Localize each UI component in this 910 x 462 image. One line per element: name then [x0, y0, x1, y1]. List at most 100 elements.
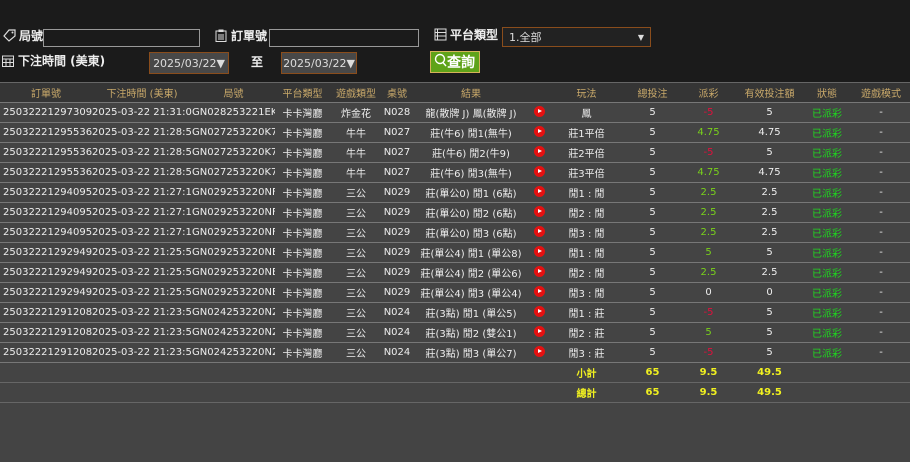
to-label: 至 — [251, 55, 264, 69]
column-header: 平台類型 — [275, 83, 330, 103]
search-label: 查詢 — [447, 55, 475, 71]
table-row: 250322212940953 2025-03-22 21:27:12 GN0292… — [0, 222, 910, 243]
round-id: GN024253220N2 — [192, 302, 275, 323]
status: 已派彩 — [802, 242, 852, 263]
play-video-icon[interactable] — [533, 146, 545, 158]
game-type: 三公 — [330, 242, 382, 263]
table-no: N027 — [382, 142, 412, 163]
search-button[interactable]: 查詢 — [430, 51, 480, 73]
game-mode: - — [852, 342, 910, 363]
play-video-icon[interactable] — [533, 326, 545, 338]
valid-bet: 5 — [737, 102, 802, 123]
game-mode: - — [852, 222, 910, 243]
play-video-icon[interactable] — [533, 186, 545, 198]
valid-bet: 5 — [737, 322, 802, 343]
game-mode: - — [852, 202, 910, 223]
result: 莊(單公4) 閒1 (單公8) — [412, 242, 530, 263]
platform: 卡卡灣廳 — [275, 102, 330, 123]
table-row: 250322212912088 2025-03-22 21:23:56 GN0242… — [0, 302, 910, 323]
total-label: 總計 — [548, 382, 625, 403]
order-label: 訂單號 — [231, 29, 268, 43]
replay-cell — [530, 182, 548, 203]
table-no: N027 — [382, 122, 412, 143]
replay-cell — [530, 322, 548, 343]
game-mode: - — [852, 322, 910, 343]
column-header: 遊戲類型 — [330, 83, 382, 103]
total-bet: 65 — [625, 382, 680, 403]
total-bet: 5 — [625, 202, 680, 223]
date-to-picker[interactable]: 2025/03/22▼ — [281, 52, 357, 74]
play-type: 閒2 : 閒 — [548, 262, 625, 283]
table-no: N029 — [382, 262, 412, 283]
play-video-icon[interactable] — [533, 126, 545, 138]
play-video-icon[interactable] — [533, 246, 545, 258]
result: 莊(牛6) 閒1(無牛) — [412, 122, 530, 143]
valid-bet: 4.75 — [737, 122, 802, 143]
play-type: 鳳 — [548, 102, 625, 123]
subtotal-bet: 65 — [625, 362, 680, 383]
game-type: 三公 — [330, 322, 382, 343]
total-bet: 5 — [625, 242, 680, 263]
bet-time: 2025-03-22 21:28:55 — [92, 162, 192, 183]
valid-bet: 2.5 — [737, 222, 802, 243]
play-video-icon[interactable] — [533, 346, 545, 358]
game-type: 三公 — [330, 202, 382, 223]
payout: 2.5 — [680, 182, 737, 203]
subtotal-payout: 9.5 — [680, 362, 737, 383]
valid-bet: 4.75 — [737, 162, 802, 183]
round-input[interactable] — [43, 29, 200, 47]
table-row: 250322212940957 2025-03-22 21:27:12 GN0292… — [0, 182, 910, 203]
total-bet: 5 — [625, 302, 680, 323]
order-id: 250322212955364 — [0, 162, 92, 183]
play-video-icon[interactable] — [533, 226, 545, 238]
play-video-icon[interactable] — [533, 106, 545, 118]
total-bet: 5 — [625, 322, 680, 343]
table-row: 250322212940955 2025-03-22 21:27:12 GN0292… — [0, 202, 910, 223]
table-no: N024 — [382, 322, 412, 343]
platform-select[interactable]: 1.全部 ▼ — [502, 27, 651, 47]
play-video-icon[interactable] — [533, 166, 545, 178]
search-icon — [434, 53, 447, 71]
valid-bet: 5 — [737, 342, 802, 363]
table-row: 250322212973094 2025-03-22 21:31:01 GN0282… — [0, 102, 910, 123]
replay-cell — [530, 302, 548, 323]
platform: 卡卡灣廳 — [275, 162, 330, 183]
table-no: N024 — [382, 302, 412, 323]
game-mode: - — [852, 162, 910, 183]
game-type: 三公 — [330, 262, 382, 283]
play-video-icon[interactable] — [533, 206, 545, 218]
play-video-icon[interactable] — [533, 266, 545, 278]
total-bet: 5 — [625, 222, 680, 243]
round-id: GN024253220N2 — [192, 342, 275, 363]
bet-time: 2025-03-22 21:27:12 — [92, 182, 192, 203]
status: 已派彩 — [802, 182, 852, 203]
valid-bet: 2.5 — [737, 202, 802, 223]
table-row: 250322212955365 2025-03-22 21:28:55 GN0272… — [0, 142, 910, 163]
order-id: 250322212955365 — [0, 142, 92, 163]
order-id: 250322212912087 — [0, 322, 92, 343]
platform-label: 平台類型 — [450, 28, 499, 42]
bet-time: 2025-03-22 21:23:56 — [92, 342, 192, 363]
column-header: 結果 — [412, 83, 530, 103]
date-from-picker[interactable]: 2025/03/22▼ — [149, 52, 229, 74]
round-id: GN029253220NF — [192, 182, 275, 203]
total-bet: 5 — [625, 282, 680, 303]
play-video-icon[interactable] — [533, 306, 545, 318]
tag-icon — [2, 29, 16, 43]
result: 龍(散牌 J) 鳳(散牌 J) — [412, 102, 530, 123]
payout: 2.5 — [680, 222, 737, 243]
empty-cell — [802, 382, 910, 403]
order-input[interactable] — [269, 29, 419, 47]
subtotal-valid: 49.5 — [737, 362, 802, 383]
round-label: 局號 — [19, 29, 44, 43]
table-row: 250322212929496 2025-03-22 21:25:54 GN0292… — [0, 262, 910, 283]
status: 已派彩 — [802, 342, 852, 363]
play-type: 閒1 : 閒 — [548, 242, 625, 263]
game-type: 三公 — [330, 302, 382, 323]
play-video-icon[interactable] — [533, 286, 545, 298]
platform: 卡卡灣廳 — [275, 322, 330, 343]
play-type: 莊3平倍 — [548, 162, 625, 183]
time-label: 下注時間 (美東) — [18, 54, 106, 68]
valid-bet: 5 — [737, 242, 802, 263]
table-row: 250322212912087 2025-03-22 21:23:56 GN0242… — [0, 322, 910, 343]
